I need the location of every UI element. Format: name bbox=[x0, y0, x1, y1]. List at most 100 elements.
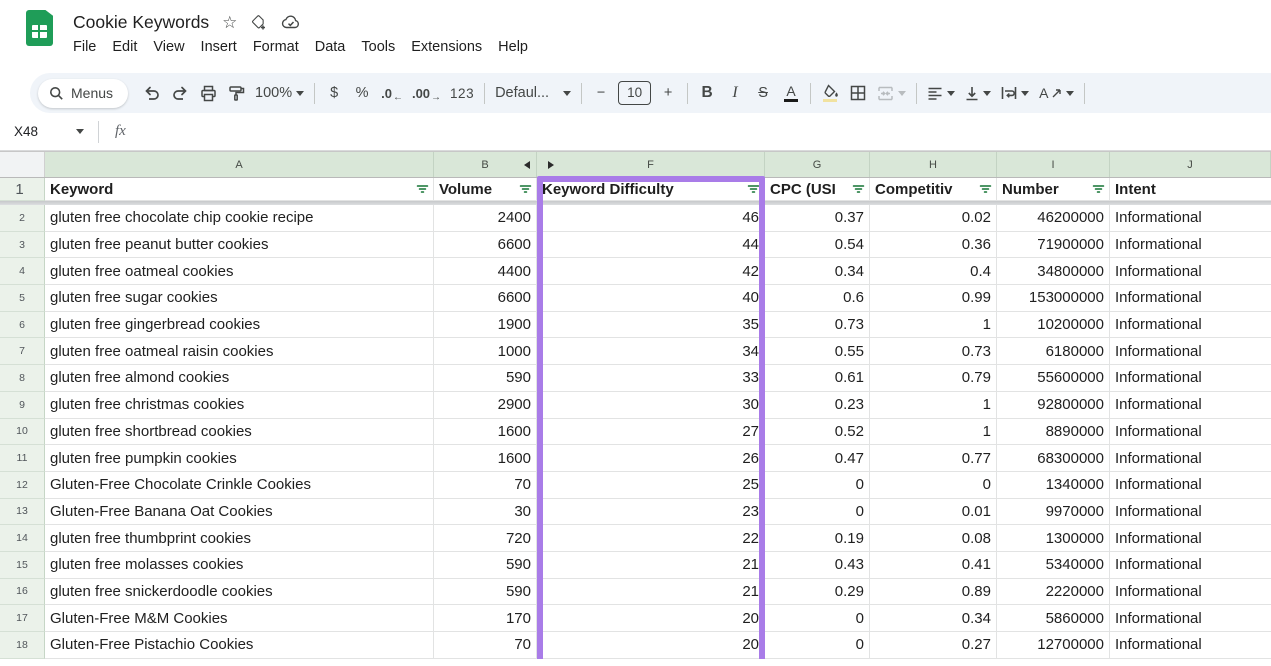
cell-number[interactable]: 153000000 bbox=[997, 285, 1110, 312]
star-icon[interactable]: ☆ bbox=[222, 14, 237, 31]
cell-volume[interactable]: 6600 bbox=[434, 285, 537, 312]
header-keyword[interactable]: Keyword bbox=[45, 178, 434, 201]
strikethrough-button[interactable]: S bbox=[749, 79, 777, 107]
cell-cpc[interactable]: 0.23 bbox=[765, 392, 870, 419]
filter-icon[interactable] bbox=[747, 183, 760, 195]
cell-competition[interactable]: 0 bbox=[870, 472, 997, 499]
cell-keyword-difficulty[interactable]: 44 bbox=[537, 232, 765, 259]
row-number[interactable]: 13 bbox=[0, 499, 45, 526]
more-formats-button[interactable]: 123 bbox=[445, 79, 479, 107]
row-number[interactable]: 7 bbox=[0, 338, 45, 365]
cell-keyword-difficulty[interactable]: 26 bbox=[537, 445, 765, 472]
row-number[interactable]: 10 bbox=[0, 419, 45, 446]
cell-intent[interactable]: Informational bbox=[1110, 632, 1271, 659]
increase-font-size-button[interactable]: + bbox=[654, 79, 682, 107]
cell-volume[interactable]: 170 bbox=[434, 605, 537, 632]
menu-view[interactable]: View bbox=[145, 36, 192, 58]
cell-keyword-difficulty[interactable]: 21 bbox=[537, 579, 765, 606]
cell-keyword-difficulty[interactable]: 20 bbox=[537, 632, 765, 659]
row-number[interactable]: 12 bbox=[0, 472, 45, 499]
text-wrap-button[interactable] bbox=[996, 79, 1034, 107]
row-number[interactable]: 14 bbox=[0, 525, 45, 552]
cell-intent[interactable]: Informational bbox=[1110, 392, 1271, 419]
menu-edit[interactable]: Edit bbox=[104, 36, 145, 58]
cell-competition[interactable]: 0.4 bbox=[870, 258, 997, 285]
cell-cpc[interactable]: 0.19 bbox=[765, 525, 870, 552]
cell-keyword-difficulty[interactable]: 21 bbox=[537, 552, 765, 579]
cell-volume[interactable]: 2900 bbox=[434, 392, 537, 419]
cell-keyword[interactable]: gluten free thumbprint cookies bbox=[45, 525, 434, 552]
cell-intent[interactable]: Informational bbox=[1110, 499, 1271, 526]
cell-volume[interactable]: 590 bbox=[434, 579, 537, 606]
filter-icon[interactable] bbox=[1092, 183, 1105, 195]
cell-cpc[interactable]: 0.73 bbox=[765, 312, 870, 339]
cell-number[interactable]: 10200000 bbox=[997, 312, 1110, 339]
header-number[interactable]: Number bbox=[997, 178, 1110, 201]
cell-competition[interactable]: 0.73 bbox=[870, 338, 997, 365]
label-icon[interactable] bbox=[250, 13, 268, 31]
cell-number[interactable]: 5860000 bbox=[997, 605, 1110, 632]
cell-number[interactable]: 46200000 bbox=[997, 205, 1110, 232]
cell-keyword-difficulty[interactable]: 35 bbox=[537, 312, 765, 339]
row-number[interactable]: 2 bbox=[0, 205, 45, 232]
cell-keyword[interactable]: gluten free christmas cookies bbox=[45, 392, 434, 419]
row-number[interactable]: 18 bbox=[0, 632, 45, 659]
cell-cpc[interactable]: 0.37 bbox=[765, 205, 870, 232]
cell-competition[interactable]: 0.36 bbox=[870, 232, 997, 259]
cell-intent[interactable]: Informational bbox=[1110, 285, 1271, 312]
cell-keyword-difficulty[interactable]: 34 bbox=[537, 338, 765, 365]
vertical-align-button[interactable] bbox=[960, 79, 996, 107]
header-volume[interactable]: Volume bbox=[434, 178, 537, 201]
cell-number[interactable]: 71900000 bbox=[997, 232, 1110, 259]
cell-competition[interactable]: 0.34 bbox=[870, 605, 997, 632]
text-color-button[interactable]: A bbox=[777, 79, 805, 107]
cell-keyword[interactable]: gluten free oatmeal raisin cookies bbox=[45, 338, 434, 365]
cell-keyword[interactable]: gluten free sugar cookies bbox=[45, 285, 434, 312]
cell-cpc[interactable]: 0 bbox=[765, 632, 870, 659]
cell-cpc[interactable]: 0.54 bbox=[765, 232, 870, 259]
print-button[interactable] bbox=[194, 79, 222, 107]
select-all-corner[interactable] bbox=[0, 152, 45, 177]
cell-competition[interactable]: 0.79 bbox=[870, 365, 997, 392]
cell-competition[interactable]: 1 bbox=[870, 419, 997, 446]
column-header-f[interactable]: F bbox=[537, 152, 765, 177]
column-header-h[interactable]: H bbox=[870, 152, 997, 177]
filter-icon[interactable] bbox=[519, 183, 532, 195]
cell-keyword[interactable]: gluten free oatmeal cookies bbox=[45, 258, 434, 285]
cell-intent[interactable]: Informational bbox=[1110, 525, 1271, 552]
cell-number[interactable]: 92800000 bbox=[997, 392, 1110, 419]
row-number[interactable]: 5 bbox=[0, 285, 45, 312]
header-cpc[interactable]: CPC (USI bbox=[765, 178, 870, 201]
cell-number[interactable]: 1300000 bbox=[997, 525, 1110, 552]
cell-volume[interactable]: 1600 bbox=[434, 419, 537, 446]
cell-cpc[interactable]: 0.43 bbox=[765, 552, 870, 579]
cell-competition[interactable]: 0.77 bbox=[870, 445, 997, 472]
cell-volume[interactable]: 720 bbox=[434, 525, 537, 552]
cell-cpc[interactable]: 0.52 bbox=[765, 419, 870, 446]
cell-volume[interactable]: 70 bbox=[434, 632, 537, 659]
filter-icon[interactable] bbox=[979, 183, 992, 195]
cell-intent[interactable]: Informational bbox=[1110, 365, 1271, 392]
unhide-columns-left-icon[interactable] bbox=[524, 161, 530, 169]
cell-keyword-difficulty[interactable]: 42 bbox=[537, 258, 765, 285]
cell-number[interactable]: 34800000 bbox=[997, 258, 1110, 285]
cell-cpc[interactable]: 0 bbox=[765, 605, 870, 632]
cell-cpc[interactable]: 0.55 bbox=[765, 338, 870, 365]
cell-intent[interactable]: Informational bbox=[1110, 232, 1271, 259]
cell-volume[interactable]: 590 bbox=[434, 552, 537, 579]
cell-competition[interactable]: 0.89 bbox=[870, 579, 997, 606]
header-intent[interactable]: Intent bbox=[1110, 178, 1271, 201]
cell-keyword-difficulty[interactable]: 46 bbox=[537, 205, 765, 232]
cell-intent[interactable]: Informational bbox=[1110, 338, 1271, 365]
italic-button[interactable]: I bbox=[721, 79, 749, 107]
format-percent-button[interactable]: % bbox=[348, 79, 376, 107]
row-number[interactable]: 6 bbox=[0, 312, 45, 339]
cell-volume[interactable]: 590 bbox=[434, 365, 537, 392]
borders-button[interactable] bbox=[844, 79, 872, 107]
cell-keyword-difficulty[interactable]: 40 bbox=[537, 285, 765, 312]
increase-decimal-button[interactable]: .00→ bbox=[407, 79, 445, 107]
menu-insert[interactable]: Insert bbox=[193, 36, 245, 58]
cell-cpc[interactable]: 0 bbox=[765, 499, 870, 526]
cell-volume[interactable]: 1000 bbox=[434, 338, 537, 365]
menus-search-button[interactable]: Menus bbox=[38, 79, 128, 108]
